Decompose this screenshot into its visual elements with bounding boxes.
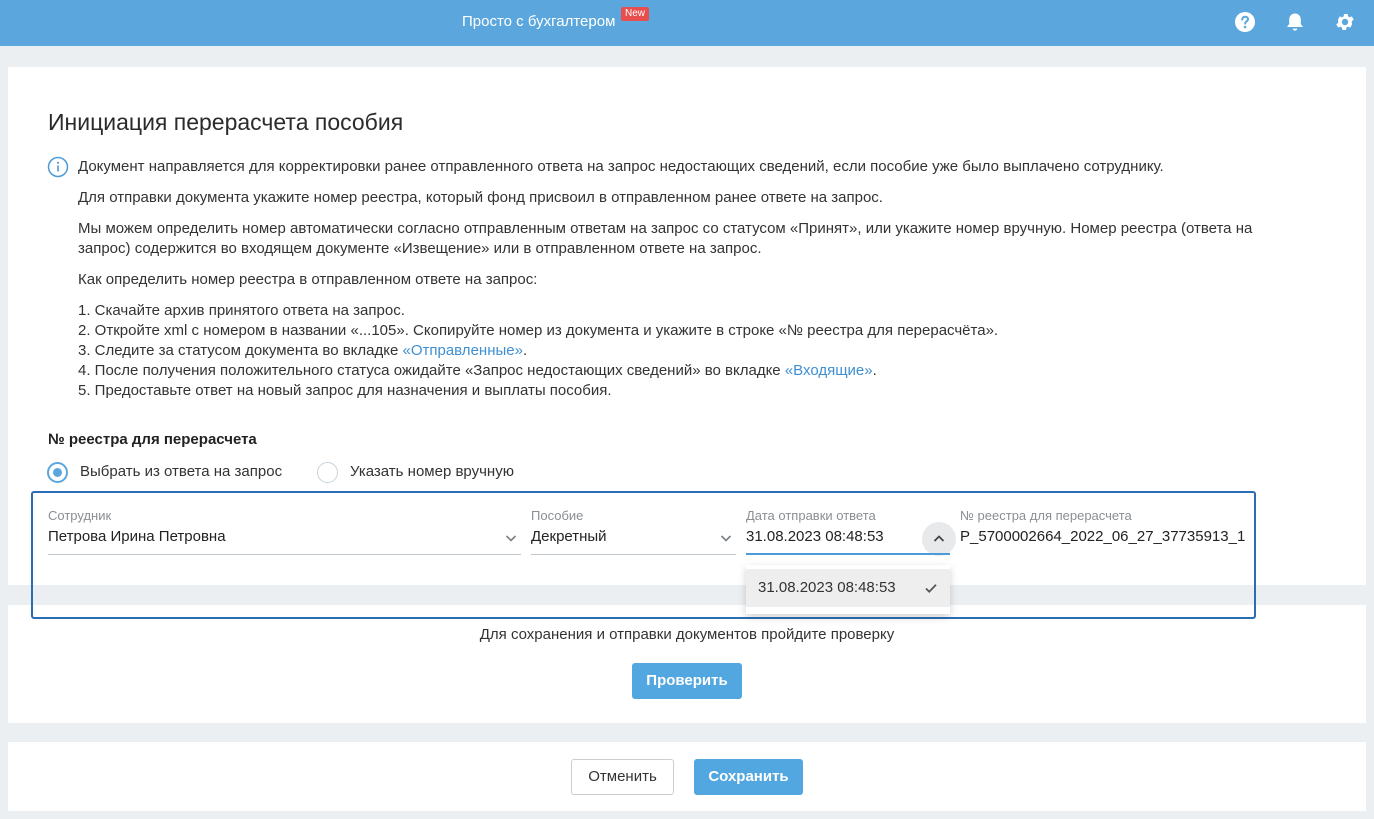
bell-icon[interactable] bbox=[1284, 11, 1306, 33]
send-date-dropdown: 31.08.2023 08:48:53 bbox=[746, 565, 950, 614]
step-3-suffix: . bbox=[522, 342, 528, 359]
info-paragraph-1: Документ направляется для корректировки … bbox=[78, 158, 1164, 175]
footer-bar bbox=[8, 742, 1366, 811]
step-1: 1. Скачайте архив принятого ответа на за… bbox=[78, 302, 405, 319]
verify-button[interactable]: Проверить bbox=[632, 663, 742, 699]
step-5: 5. Предоставьте ответ на новый запрос дл… bbox=[78, 382, 612, 399]
info-paragraph-3-line-2: запрос) содержится во входящем документе… bbox=[78, 240, 762, 257]
new-badge: New bbox=[621, 7, 650, 21]
benefit-underline bbox=[531, 554, 736, 555]
employee-underline bbox=[48, 554, 521, 555]
brand-title[interactable]: Просто с бухгалтером bbox=[462, 13, 615, 30]
dropdown-option-label: 31.08.2023 08:48:53 bbox=[758, 579, 896, 596]
chevron-up-icon bbox=[933, 535, 945, 542]
sent-tab-link[interactable]: «Отправленные» bbox=[403, 342, 523, 359]
step-4-suffix: . bbox=[872, 362, 877, 379]
chevron-up-button[interactable] bbox=[922, 522, 956, 556]
step-3: 3. Следите за статусом документа во вкла… bbox=[78, 341, 527, 361]
radio-from-response[interactable] bbox=[47, 462, 68, 483]
step-2: 2. Откройте xml с номером в названии «..… bbox=[78, 322, 999, 339]
info-paragraph-4: Как определить номер реестра в отправлен… bbox=[78, 271, 538, 288]
info-paragraph-3-line-1: Мы можем определить номер автоматически … bbox=[78, 220, 1253, 237]
top-bar: Просто с бухгалтером New bbox=[0, 0, 1374, 46]
incoming-tab-link[interactable]: «Входящие» bbox=[785, 362, 873, 379]
radio-manual[interactable] bbox=[317, 462, 338, 483]
cancel-button[interactable]: Отменить bbox=[571, 759, 674, 795]
chevron-down-icon[interactable] bbox=[719, 531, 733, 545]
registry-number-value: P_5700002664_2022_06_27_37735913_1 bbox=[960, 528, 1246, 545]
registry-field-label: № реестра для перерасчета bbox=[960, 508, 1132, 523]
info-icon bbox=[47, 156, 69, 178]
send-date-select[interactable]: 31.08.2023 08:48:53 bbox=[746, 528, 884, 545]
step-4: 4. После получения положительного статус… bbox=[78, 361, 877, 381]
benefit-field-label: Пособие bbox=[531, 508, 584, 523]
step-4-text: 4. После получения положительного статус… bbox=[78, 362, 785, 379]
verify-message: Для сохранения и отправки документов про… bbox=[479, 626, 895, 643]
employee-field-label: Сотрудник bbox=[48, 508, 112, 523]
radio-from-response-label[interactable]: Выбрать из ответа на запрос bbox=[80, 463, 282, 480]
send-date-field-label: Дата отправки ответа bbox=[746, 508, 876, 523]
page-title: Инициация перерасчета пособия bbox=[48, 109, 404, 135]
send-date-underline bbox=[746, 553, 950, 555]
help-icon[interactable] bbox=[1234, 11, 1256, 33]
benefit-select[interactable]: Декретный bbox=[531, 528, 607, 545]
registry-section-label: № реестра для перерасчета bbox=[48, 431, 257, 448]
radio-manual-label[interactable]: Указать номер вручную bbox=[350, 463, 514, 480]
chevron-down-icon[interactable] bbox=[504, 531, 518, 545]
info-paragraph-2: Для отправки документа укажите номер рее… bbox=[78, 189, 883, 206]
gear-icon[interactable] bbox=[1334, 11, 1356, 33]
employee-select[interactable]: Петрова Ирина Петровна bbox=[48, 528, 226, 545]
dropdown-option[interactable]: 31.08.2023 08:48:53 bbox=[746, 569, 950, 607]
save-button[interactable]: Сохранить bbox=[694, 759, 803, 795]
step-3-text: 3. Следите за статусом документа во вкла… bbox=[78, 342, 403, 359]
check-icon bbox=[925, 584, 937, 593]
